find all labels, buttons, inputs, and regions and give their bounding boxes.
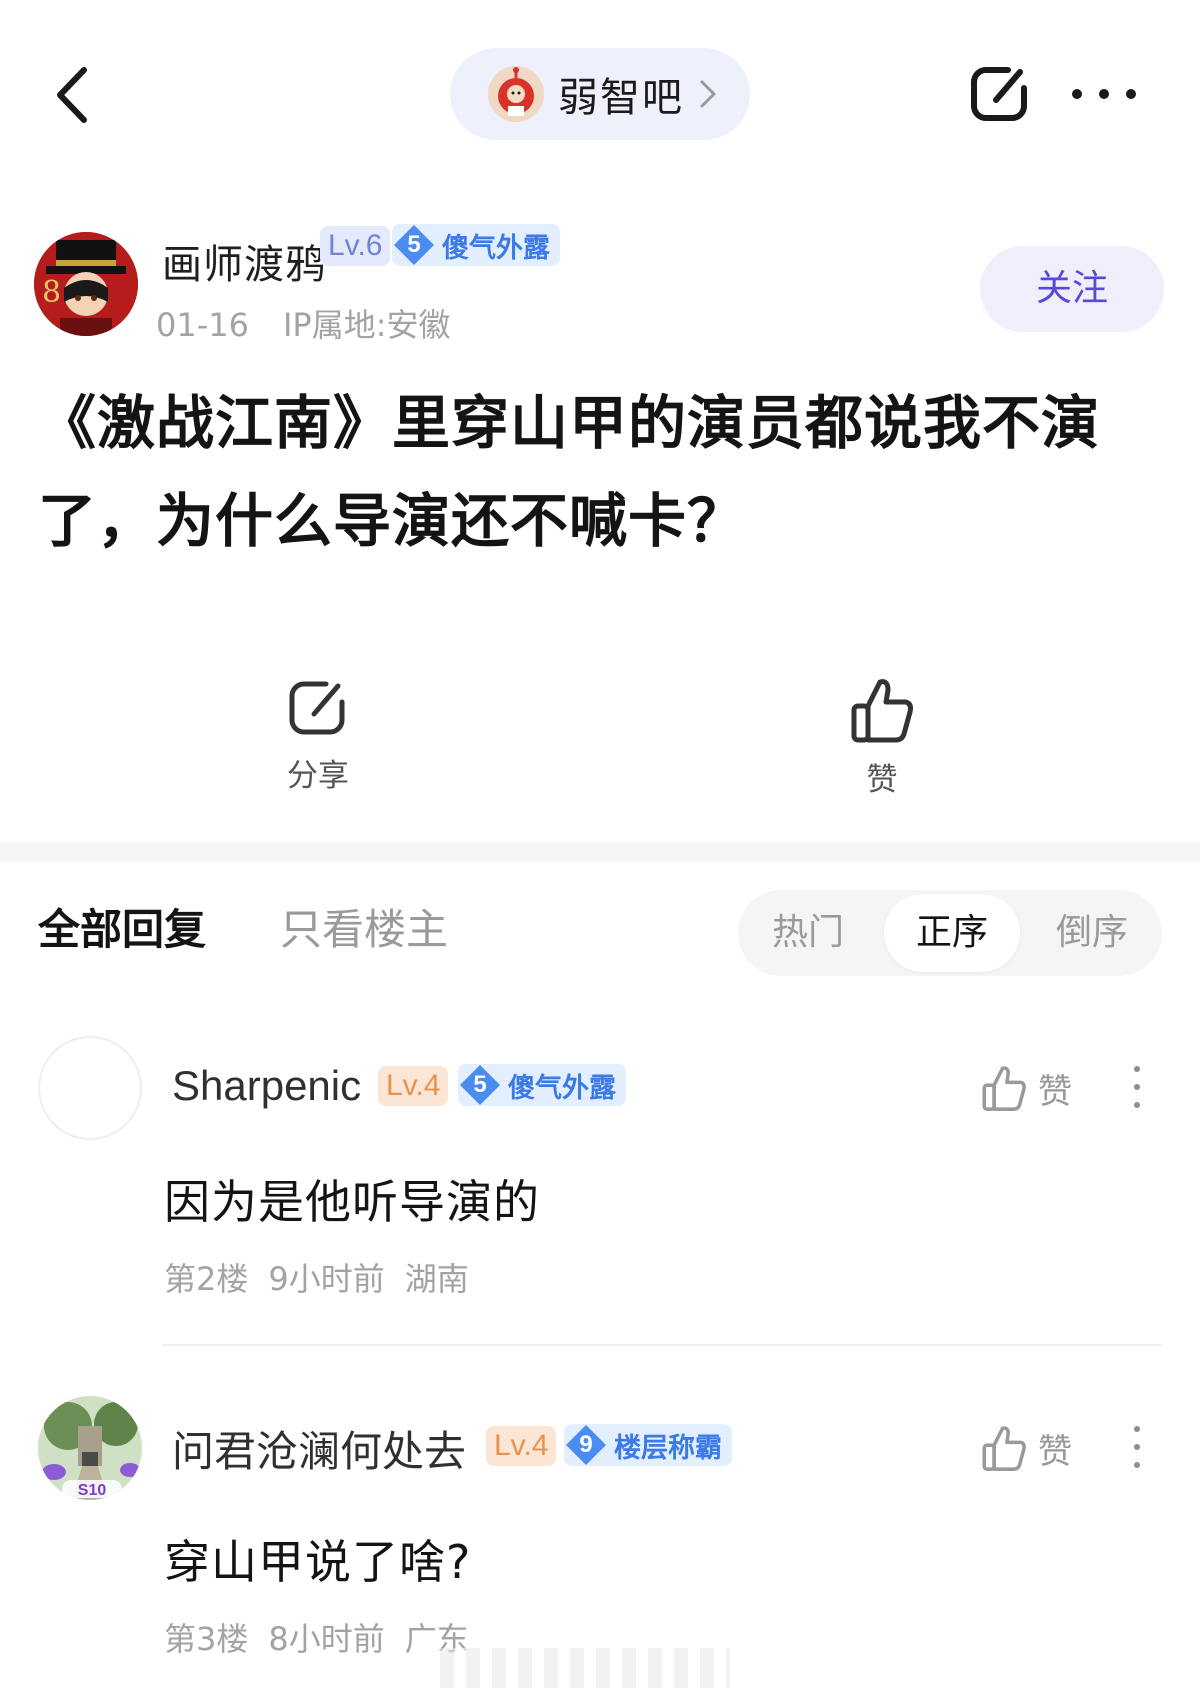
comment-text: 因为是他听导演的 xyxy=(164,1175,540,1229)
comment-more-button[interactable] xyxy=(1122,1062,1152,1112)
thumbs-up-icon xyxy=(851,679,913,743)
sort-descending-option[interactable]: 倒序 xyxy=(1022,890,1162,976)
more-options-button[interactable] xyxy=(1072,80,1136,108)
author-avatar[interactable]: 8 xyxy=(34,232,138,336)
share-icon xyxy=(289,681,345,735)
comment-like-button[interactable]: 赞 xyxy=(980,1058,1090,1118)
comment-username[interactable]: 问君沧澜何处去 xyxy=(172,1418,466,1479)
section-divider xyxy=(0,842,1200,862)
share-button-top[interactable] xyxy=(968,62,1032,126)
post-title: 《激战江南》里穿山甲的演员都说我不演了，为什么导演还不喊卡？ xyxy=(38,389,1101,555)
comment-time: 9小时前 xyxy=(268,1260,385,1298)
back-button[interactable] xyxy=(50,60,100,130)
share-icon xyxy=(971,67,1027,121)
more-icon xyxy=(1072,89,1082,99)
comment-separator xyxy=(162,1344,1162,1346)
watermark-strip xyxy=(440,1648,730,1688)
comment-title-text: 楼层称霸 xyxy=(614,1432,722,1464)
share-action-button[interactable]: 分享 xyxy=(248,676,388,796)
comment-text: 穿山甲说了啥? xyxy=(164,1535,472,1589)
top-bar: 弱智吧 xyxy=(0,0,1200,190)
thumbs-up-icon xyxy=(982,1066,1026,1111)
more-icon xyxy=(1134,1426,1140,1432)
forum-name: 弱智吧 xyxy=(558,75,684,121)
diamond-badge-icon: 5 xyxy=(392,224,436,266)
tab-all-replies[interactable]: 全部回复 xyxy=(38,896,206,957)
comment-avatar[interactable]: S10 xyxy=(38,1396,142,1500)
comment-title-badge: 5 傻气外露 xyxy=(458,1064,626,1106)
comment-meta: 第3楼 8小时前 广东 xyxy=(164,1614,469,1660)
comment-like-label: 赞 xyxy=(1038,1071,1072,1112)
comment-username[interactable]: Sharpenic xyxy=(172,1062,361,1110)
author-title-text: 傻气外露 xyxy=(442,232,550,264)
tab-op-only[interactable]: 只看楼主 xyxy=(280,896,448,957)
chevron-right-icon xyxy=(700,80,716,108)
author-title-badge: 5 傻气外露 xyxy=(392,224,560,266)
comment-meta: 第2楼 9小时前 湖南 xyxy=(164,1254,469,1300)
comment-floor: 第2楼 xyxy=(164,1260,249,1298)
post-date: 01-16 xyxy=(156,306,249,344)
diamond-badge-icon: 5 xyxy=(458,1064,502,1106)
comment-location: 湖南 xyxy=(404,1260,469,1298)
diamond-badge-icon: 9 xyxy=(564,1424,608,1466)
svg-text:8: 8 xyxy=(42,275,61,310)
sort-ascending-option[interactable]: 正序 xyxy=(884,894,1020,972)
author-name[interactable]: 画师渡鸦 xyxy=(162,232,326,290)
like-action-button[interactable]: 赞 xyxy=(812,676,952,798)
author-meta: 01-16 IP属地:安徽 xyxy=(156,300,451,346)
sort-hot-option[interactable]: 热门 xyxy=(738,890,878,976)
forum-avatar-icon xyxy=(488,66,544,122)
comment-more-button[interactable] xyxy=(1122,1422,1152,1472)
comment-time: 8小时前 xyxy=(268,1620,385,1658)
share-label: 分享 xyxy=(287,758,349,794)
comment-floor: 第3楼 xyxy=(164,1620,249,1658)
avatar-tag: S10 xyxy=(78,1482,107,1499)
comment-like-label: 赞 xyxy=(1038,1431,1072,1472)
more-icon xyxy=(1134,1066,1140,1072)
comment-avatar[interactable] xyxy=(38,1036,142,1140)
like-label: 赞 xyxy=(866,762,898,798)
back-arrow-icon xyxy=(57,67,87,123)
thumbs-up-icon xyxy=(982,1426,1026,1471)
forum-entry-button[interactable]: 弱智吧 xyxy=(450,48,750,140)
sort-toggle: 热门 正序 倒序 xyxy=(738,890,1162,976)
comment-level-badge: Lv.4 xyxy=(378,1066,449,1106)
comment-level-badge: Lv.4 xyxy=(486,1426,557,1466)
ip-location: IP属地:安徽 xyxy=(282,306,451,344)
author-level-badge: Lv.6 xyxy=(320,226,391,266)
follow-button[interactable]: 关注 xyxy=(980,246,1164,332)
comment-title-badge: 9 楼层称霸 xyxy=(564,1424,732,1466)
comment-like-button[interactable]: 赞 xyxy=(980,1418,1090,1478)
comment-title-text: 傻气外露 xyxy=(508,1072,616,1104)
